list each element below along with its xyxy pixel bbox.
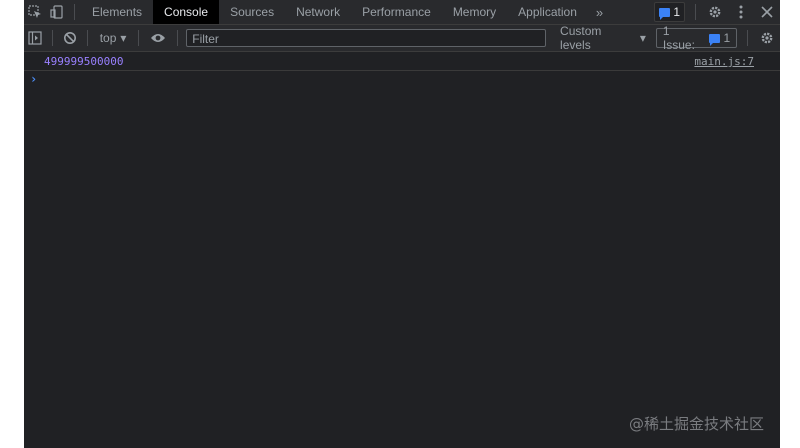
log-levels-dropdown[interactable]: Custom levels ▾ (560, 24, 646, 52)
context-value: top (99, 31, 117, 45)
context-select[interactable]: top ▾ (94, 31, 133, 45)
source-link[interactable]: main.js:7 (694, 55, 754, 68)
filter-input[interactable]: Filter (186, 29, 547, 47)
issues-label: 1 Issue: (662, 24, 695, 52)
dropdown-arrow-icon: ▾ (639, 31, 646, 45)
tab-network[interactable]: Network (285, 0, 351, 24)
tabbar-right-controls: 1 (654, 0, 780, 24)
messages-badge[interactable]: 1 (654, 2, 685, 22)
log-levels-label: Custom levels (560, 24, 602, 52)
separator (747, 30, 749, 46)
message-icon (659, 7, 671, 20)
console-toolbar: top ▾ Filter Custom levels ▾ 1 Issue: 1 (24, 24, 780, 52)
issues-button[interactable]: 1 Issue: 1 (655, 24, 738, 52)
dropdown-arrow-icon: ▾ (120, 31, 127, 45)
tab-application[interactable]: Application (507, 0, 588, 24)
tab-console[interactable]: Console (153, 0, 220, 24)
live-expression-eye-icon[interactable] (145, 26, 171, 50)
separator (138, 30, 140, 46)
show-sidebar-icon[interactable] (24, 26, 46, 50)
more-tabs-icon[interactable]: » (588, 5, 611, 20)
close-icon[interactable] (754, 0, 780, 24)
more-options-icon[interactable] (728, 0, 754, 24)
tab-sources[interactable]: Sources (219, 0, 285, 24)
tab-memory[interactable]: Memory (442, 0, 507, 24)
separator (51, 30, 53, 46)
watermark: @稀土掘金技术社区 (628, 415, 764, 433)
inspect-element-icon[interactable] (24, 0, 46, 24)
devtools-panel: Elements Console Sources Network Perform… (24, 0, 780, 448)
clear-console-icon[interactable] (59, 26, 81, 50)
console-settings-gear-icon[interactable] (754, 26, 780, 50)
device-toolbar-icon[interactable] (46, 0, 68, 24)
prompt-chevron-icon: › (30, 72, 38, 86)
separator (74, 4, 75, 20)
console-prompt[interactable]: › (24, 71, 780, 89)
separator (695, 4, 696, 20)
console-message: 499999500000 main.js:7 (24, 52, 780, 71)
tab-elements[interactable]: Elements (81, 0, 153, 24)
devtools-tab-bar: Elements Console Sources Network Perform… (24, 0, 780, 25)
settings-gear-icon[interactable] (702, 0, 728, 24)
separator (86, 30, 88, 46)
message-count: 1 (673, 5, 680, 19)
issue-icon (708, 33, 720, 46)
issues-count: 1 (723, 31, 731, 45)
separator (177, 30, 179, 46)
tab-performance[interactable]: Performance (351, 0, 442, 24)
console-output: 499999500000 main.js:7 › (24, 52, 780, 89)
log-value: 499999500000 (44, 55, 124, 68)
